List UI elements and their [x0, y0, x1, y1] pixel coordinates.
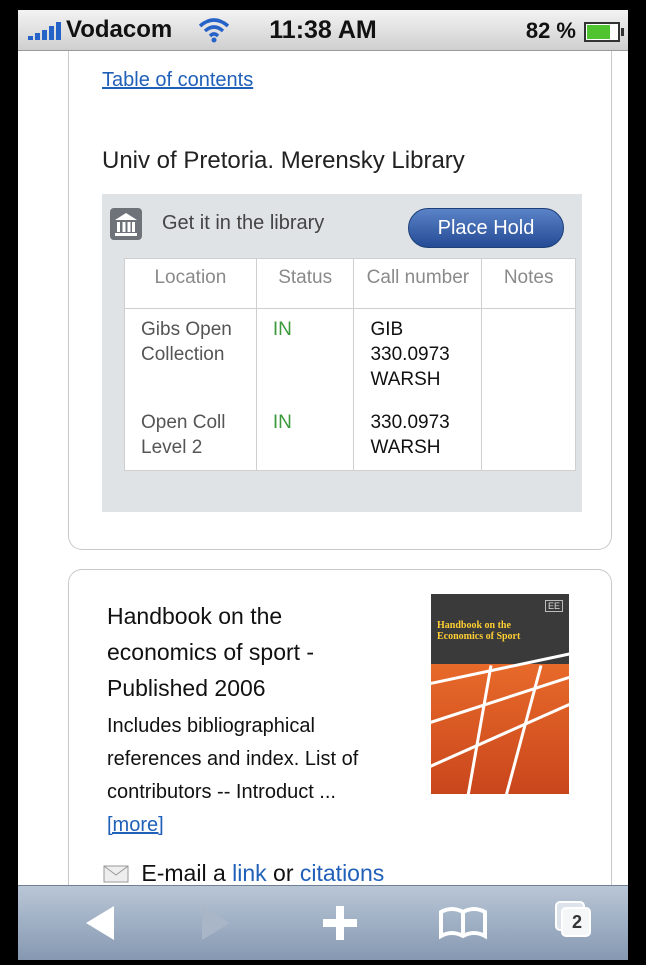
call-number-cell: GIB 330.0973 WARSH — [353, 308, 483, 402]
back-arrow-icon[interactable] — [58, 886, 138, 960]
get-it-bar: Get it in the library Place Hold — [102, 194, 582, 258]
book-cover-title: Handbook on the Economics of Sport — [437, 620, 521, 642]
status-bar: Vodacom 11:38 AM 82 % — [18, 10, 628, 51]
column-header-notes: Notes — [481, 258, 576, 309]
column-header-location: Location — [124, 258, 257, 309]
book-description: Includes bibliographical references and … — [107, 710, 407, 842]
tab-count: 2 — [571, 912, 582, 932]
library-name: Univ of Pretoria. Merensky Library — [102, 147, 465, 174]
table-of-contents-link[interactable]: Table of contents — [102, 69, 253, 92]
book-description-text: Includes bibliographical references and … — [107, 715, 359, 803]
holdings-table-wrapper: Location Status Call number Notes Gibs O… — [102, 258, 582, 512]
forward-arrow-icon[interactable] — [178, 886, 258, 960]
email-row: E-mail a link or citations — [103, 860, 384, 885]
notes-cell — [481, 308, 576, 402]
table-row: Open Coll Level 2 IN 330.0973 WARSH — [124, 402, 576, 471]
book-cover-image[interactable]: EE Handbook on the Economics of Sport — [431, 594, 569, 794]
envelope-icon — [103, 865, 129, 883]
library-building-icon — [110, 208, 142, 240]
email-or: or — [273, 860, 294, 885]
location-cell: Open Coll Level 2 — [124, 402, 257, 471]
book-card[interactable]: Handbook on the economics of sport - Pub… — [68, 569, 612, 885]
battery-icon — [584, 22, 624, 42]
page-content[interactable]: Table of contents Univ of Pretoria. Mere… — [18, 51, 628, 885]
book-title[interactable]: Handbook on the economics of sport - Pub… — [107, 598, 387, 706]
browser-frame: Vodacom 11:38 AM 82 % Table of contents … — [18, 10, 628, 960]
email-citations-link[interactable]: citations — [300, 860, 384, 885]
email-prefix: E-mail a — [141, 860, 226, 885]
status-cell: IN — [255, 308, 355, 402]
more-link[interactable]: [more] — [107, 814, 164, 836]
tabs-button[interactable]: 2 — [548, 886, 628, 960]
battery-percentage: 82 % — [525, 18, 576, 43]
get-it-label: Get it in the library — [162, 212, 325, 234]
bookmarks-icon[interactable] — [423, 886, 503, 960]
column-header-status: Status — [255, 258, 355, 309]
location-cell: Gibs Open Collection — [124, 308, 257, 402]
status-cell: IN — [255, 402, 355, 471]
browser-toolbar: 2 — [18, 885, 628, 960]
add-bookmark-icon[interactable] — [300, 886, 380, 960]
email-link-link[interactable]: link — [232, 860, 267, 885]
call-number-cell: 330.0973 WARSH — [353, 402, 483, 471]
holdings-table: Location Status Call number Notes Gibs O… — [124, 258, 576, 471]
notes-cell — [481, 402, 576, 471]
column-header-call-number: Call number — [353, 258, 483, 309]
place-hold-button[interactable]: Place Hold — [408, 208, 564, 248]
table-row: Gibs Open Collection IN GIB 330.0973 WAR… — [124, 308, 576, 402]
